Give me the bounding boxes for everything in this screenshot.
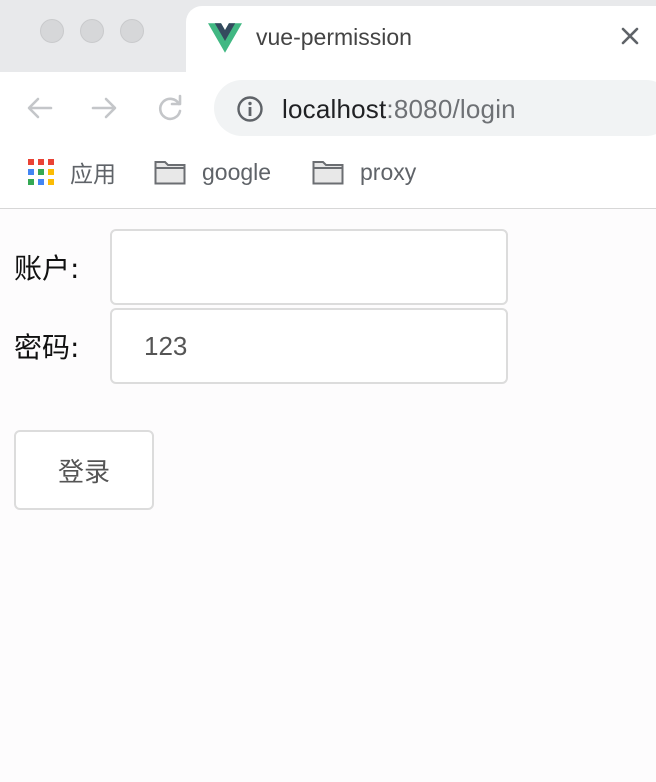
url-host: localhost — [282, 94, 387, 124]
browser-window: vue-permission localhost:8080/login 应用 g… — [0, 0, 656, 782]
close-tab-icon[interactable] — [616, 22, 644, 50]
tab-strip: vue-permission — [0, 0, 656, 72]
bookmark-label: 应用 — [70, 161, 116, 187]
back-arrow-icon[interactable] — [24, 92, 56, 124]
password-input[interactable] — [110, 308, 508, 384]
account-input[interactable] — [110, 229, 508, 305]
address-bar[interactable]: localhost:8080/login — [214, 80, 656, 136]
info-icon[interactable] — [236, 95, 264, 123]
folder-icon — [154, 161, 186, 185]
reload-icon[interactable] — [154, 92, 186, 124]
account-row: 账户: — [14, 227, 508, 307]
minimize-window-button[interactable] — [80, 19, 104, 43]
apps-grid-icon — [28, 159, 54, 185]
login-button[interactable]: 登录 — [14, 430, 154, 510]
forward-arrow-icon[interactable] — [88, 92, 120, 124]
maximize-window-button[interactable] — [120, 19, 144, 43]
bookmark-label: google — [202, 158, 272, 185]
account-label: 账户: — [14, 252, 80, 285]
folder-icon — [312, 161, 344, 185]
bookmark-google[interactable]: google — [154, 156, 271, 188]
bookmark-apps[interactable]: 应用 — [28, 156, 116, 188]
password-row: 密码: — [14, 306, 508, 386]
vue-logo-icon — [208, 23, 242, 53]
url-text[interactable]: localhost:8080/login — [282, 94, 516, 125]
tab-title: vue-permission — [256, 24, 412, 50]
bookmarks-bar: 应用 google proxy — [0, 144, 656, 209]
browser-toolbar: localhost:8080/login — [0, 72, 656, 144]
password-label: 密码: — [14, 331, 80, 364]
bookmark-label: proxy — [360, 158, 417, 185]
bookmark-proxy[interactable]: proxy — [312, 156, 416, 188]
url-path: :8080/login — [386, 94, 516, 124]
tab-vue-permission[interactable]: vue-permission — [186, 6, 656, 72]
close-window-button[interactable] — [40, 19, 64, 43]
page-content: 账户: 密码: 登录 — [0, 209, 656, 782]
